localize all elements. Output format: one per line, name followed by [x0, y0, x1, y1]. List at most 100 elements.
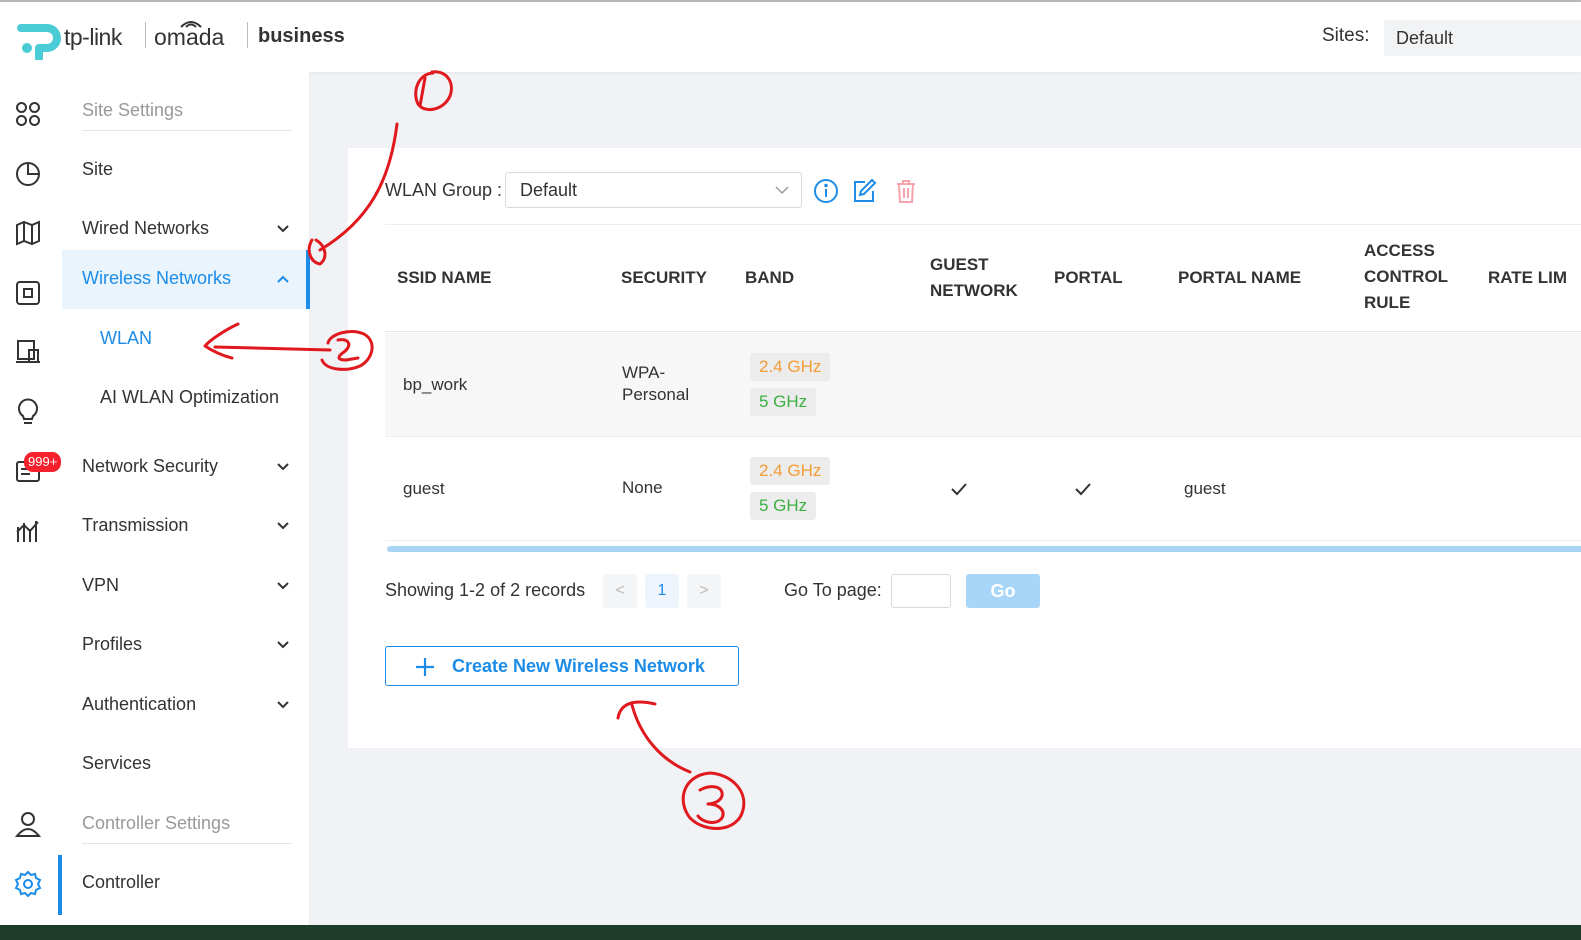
sites-label: Sites: — [1322, 25, 1370, 46]
goto-page-input[interactable] — [891, 574, 951, 608]
column-header-line: ACCESS — [1364, 241, 1435, 260]
clients-icon[interactable] — [14, 338, 42, 366]
brand-separator — [145, 22, 146, 48]
wlan-group-value: Default — [520, 180, 578, 200]
wlan-content-card: WLAN Group : Default SSID NAME SECURITY … — [348, 148, 1581, 748]
column-header-line: GUEST — [930, 255, 989, 274]
sidebar-item-label: Wireless Networks — [82, 268, 232, 288]
column-header-portal[interactable]: PORTAL — [1054, 265, 1123, 291]
sidebar-header-label: Site Settings — [82, 100, 184, 120]
sidebar-item-authentication[interactable]: Authentication — [62, 676, 310, 735]
security-cell: None — [622, 478, 663, 497]
table-header: SSID NAME SECURITY BAND GUEST NETWORK PO… — [385, 224, 1581, 332]
goto-page-label: Go To page: — [784, 580, 882, 600]
account-icon[interactable] — [14, 810, 42, 838]
column-header-line: CONTROL — [1364, 267, 1449, 286]
sidebar-subitem-ai-wlan-optimization[interactable]: AI WLAN Optimization — [62, 369, 310, 428]
sidebar-subitem-wlan[interactable]: WLAN — [62, 310, 310, 369]
devices-icon[interactable] — [14, 279, 42, 307]
sidebar-header-label: Controller Settings — [82, 813, 231, 833]
notification-badge: 999+ — [24, 452, 62, 472]
column-header-line: NETWORK — [930, 281, 1018, 300]
next-page-button[interactable]: > — [687, 574, 721, 608]
ssid-cell: guest — [403, 479, 445, 498]
edit-icon[interactable] — [851, 178, 877, 204]
band-tag-2g: 2.4 GHz — [750, 353, 831, 381]
prev-page-button[interactable]: < — [603, 574, 637, 608]
map-icon[interactable] — [14, 219, 42, 247]
sidebar-item-label: Network Security — [82, 456, 219, 476]
band-tag-5g: 5 GHz — [750, 388, 817, 416]
band-tag-5g: 5 GHz — [750, 492, 817, 520]
sidebar-item-site[interactable]: Site — [62, 141, 310, 200]
sidebar-divider — [82, 130, 292, 131]
brand-separator — [247, 22, 248, 48]
sidebar-item-label: WLAN — [100, 328, 153, 348]
sidebar-item-label: Site — [82, 159, 114, 179]
sidebar-item-label: Authentication — [82, 694, 197, 714]
column-header-line: RULE — [1364, 293, 1411, 312]
column-header-portal-name[interactable]: PORTAL NAME — [1178, 265, 1301, 291]
table-row[interactable]: bp_work WPA- Personal 2.4 GHz 5 GHz — [385, 333, 1581, 437]
delete-icon[interactable] — [893, 178, 919, 204]
sidebar-item-label: AI WLAN Optimization — [100, 387, 280, 407]
tplink-logo-icon — [17, 24, 61, 60]
settings-sidebar: Site Settings Site Wired Networks Wirele… — [62, 72, 310, 925]
sidebar-header-controller-settings: Controller Settings — [62, 795, 310, 854]
portal-name-cell: guest — [1184, 479, 1226, 498]
sidebar-item-controller[interactable]: Controller — [62, 854, 310, 913]
chevron-down-icon — [277, 225, 289, 233]
desktop-taskbar-strip — [0, 925, 1581, 940]
brand-tplink: tp-link — [64, 24, 122, 50]
guest-network-check-icon — [951, 483, 967, 496]
sidebar-item-label: VPN — [82, 575, 120, 595]
column-header-band[interactable]: BAND — [745, 265, 794, 291]
sidebar-item-label: Services — [82, 753, 152, 773]
info-icon[interactable] — [813, 178, 839, 204]
sidebar-item-profiles[interactable]: Profiles — [62, 616, 310, 675]
settings-icon[interactable] — [14, 870, 42, 898]
sidebar-item-network-security[interactable]: Network Security — [62, 438, 310, 497]
sites-select[interactable]: Default — [1384, 20, 1581, 56]
wlan-group-select[interactable]: Default — [505, 172, 802, 208]
sidebar-divider — [82, 843, 292, 844]
chevron-down-icon — [277, 463, 289, 471]
sidebar-item-label: Profiles — [82, 634, 143, 654]
sidebar-item-transmission[interactable]: Transmission — [62, 497, 310, 556]
wlan-group-label: WLAN Group : — [385, 180, 503, 200]
plus-icon — [416, 658, 434, 676]
sidebar-item-label: Wired Networks — [82, 218, 210, 238]
column-header-guest-network[interactable]: GUEST NETWORK — [930, 252, 1018, 304]
sidebar-item-services[interactable]: Services — [62, 735, 310, 794]
security-cell: WPA- Personal — [622, 362, 689, 406]
sidebar-item-wireless-networks[interactable]: Wireless Networks — [62, 250, 310, 309]
annotation-number-3 — [681, 771, 746, 830]
app-header: tp-link omada business Sites: Default — [0, 2, 1581, 72]
create-wireless-network-button[interactable]: Create New Wireless Network — [385, 646, 739, 686]
chevron-down-icon — [775, 186, 789, 195]
records-summary: Showing 1-2 of 2 records — [385, 580, 586, 600]
column-header-ssid-name[interactable]: SSID NAME — [397, 265, 491, 291]
reports-icon[interactable] — [14, 517, 42, 545]
column-header-security[interactable]: SECURITY — [621, 265, 707, 291]
chevron-down-icon — [277, 701, 289, 709]
insight-icon[interactable] — [14, 398, 42, 426]
page-1-button[interactable]: 1 — [645, 574, 679, 608]
create-button-label: Create New Wireless Network — [452, 656, 705, 676]
chevron-down-icon — [277, 582, 289, 590]
sidebar-header-site-settings: Site Settings — [62, 82, 310, 141]
dashboard-icon[interactable] — [14, 100, 42, 128]
chevron-up-icon — [277, 275, 289, 283]
table-row[interactable]: guest None 2.4 GHz 5 GHz guest — [385, 437, 1581, 541]
statistics-icon[interactable] — [14, 160, 42, 188]
horizontal-scrollbar[interactable] — [387, 546, 1581, 552]
sidebar-active-bar — [306, 250, 310, 309]
go-button[interactable]: Go — [966, 574, 1040, 608]
sidebar-item-vpn[interactable]: VPN — [62, 557, 310, 616]
band-tag-2g: 2.4 GHz — [750, 457, 831, 485]
column-header-rate-limit[interactable]: RATE LIM — [1488, 265, 1567, 291]
security-line: WPA- — [622, 363, 666, 382]
column-header-access-control-rule[interactable]: ACCESS CONTROL RULE — [1364, 238, 1448, 316]
portal-check-icon — [1075, 483, 1091, 496]
ssid-cell: bp_work — [403, 375, 468, 394]
